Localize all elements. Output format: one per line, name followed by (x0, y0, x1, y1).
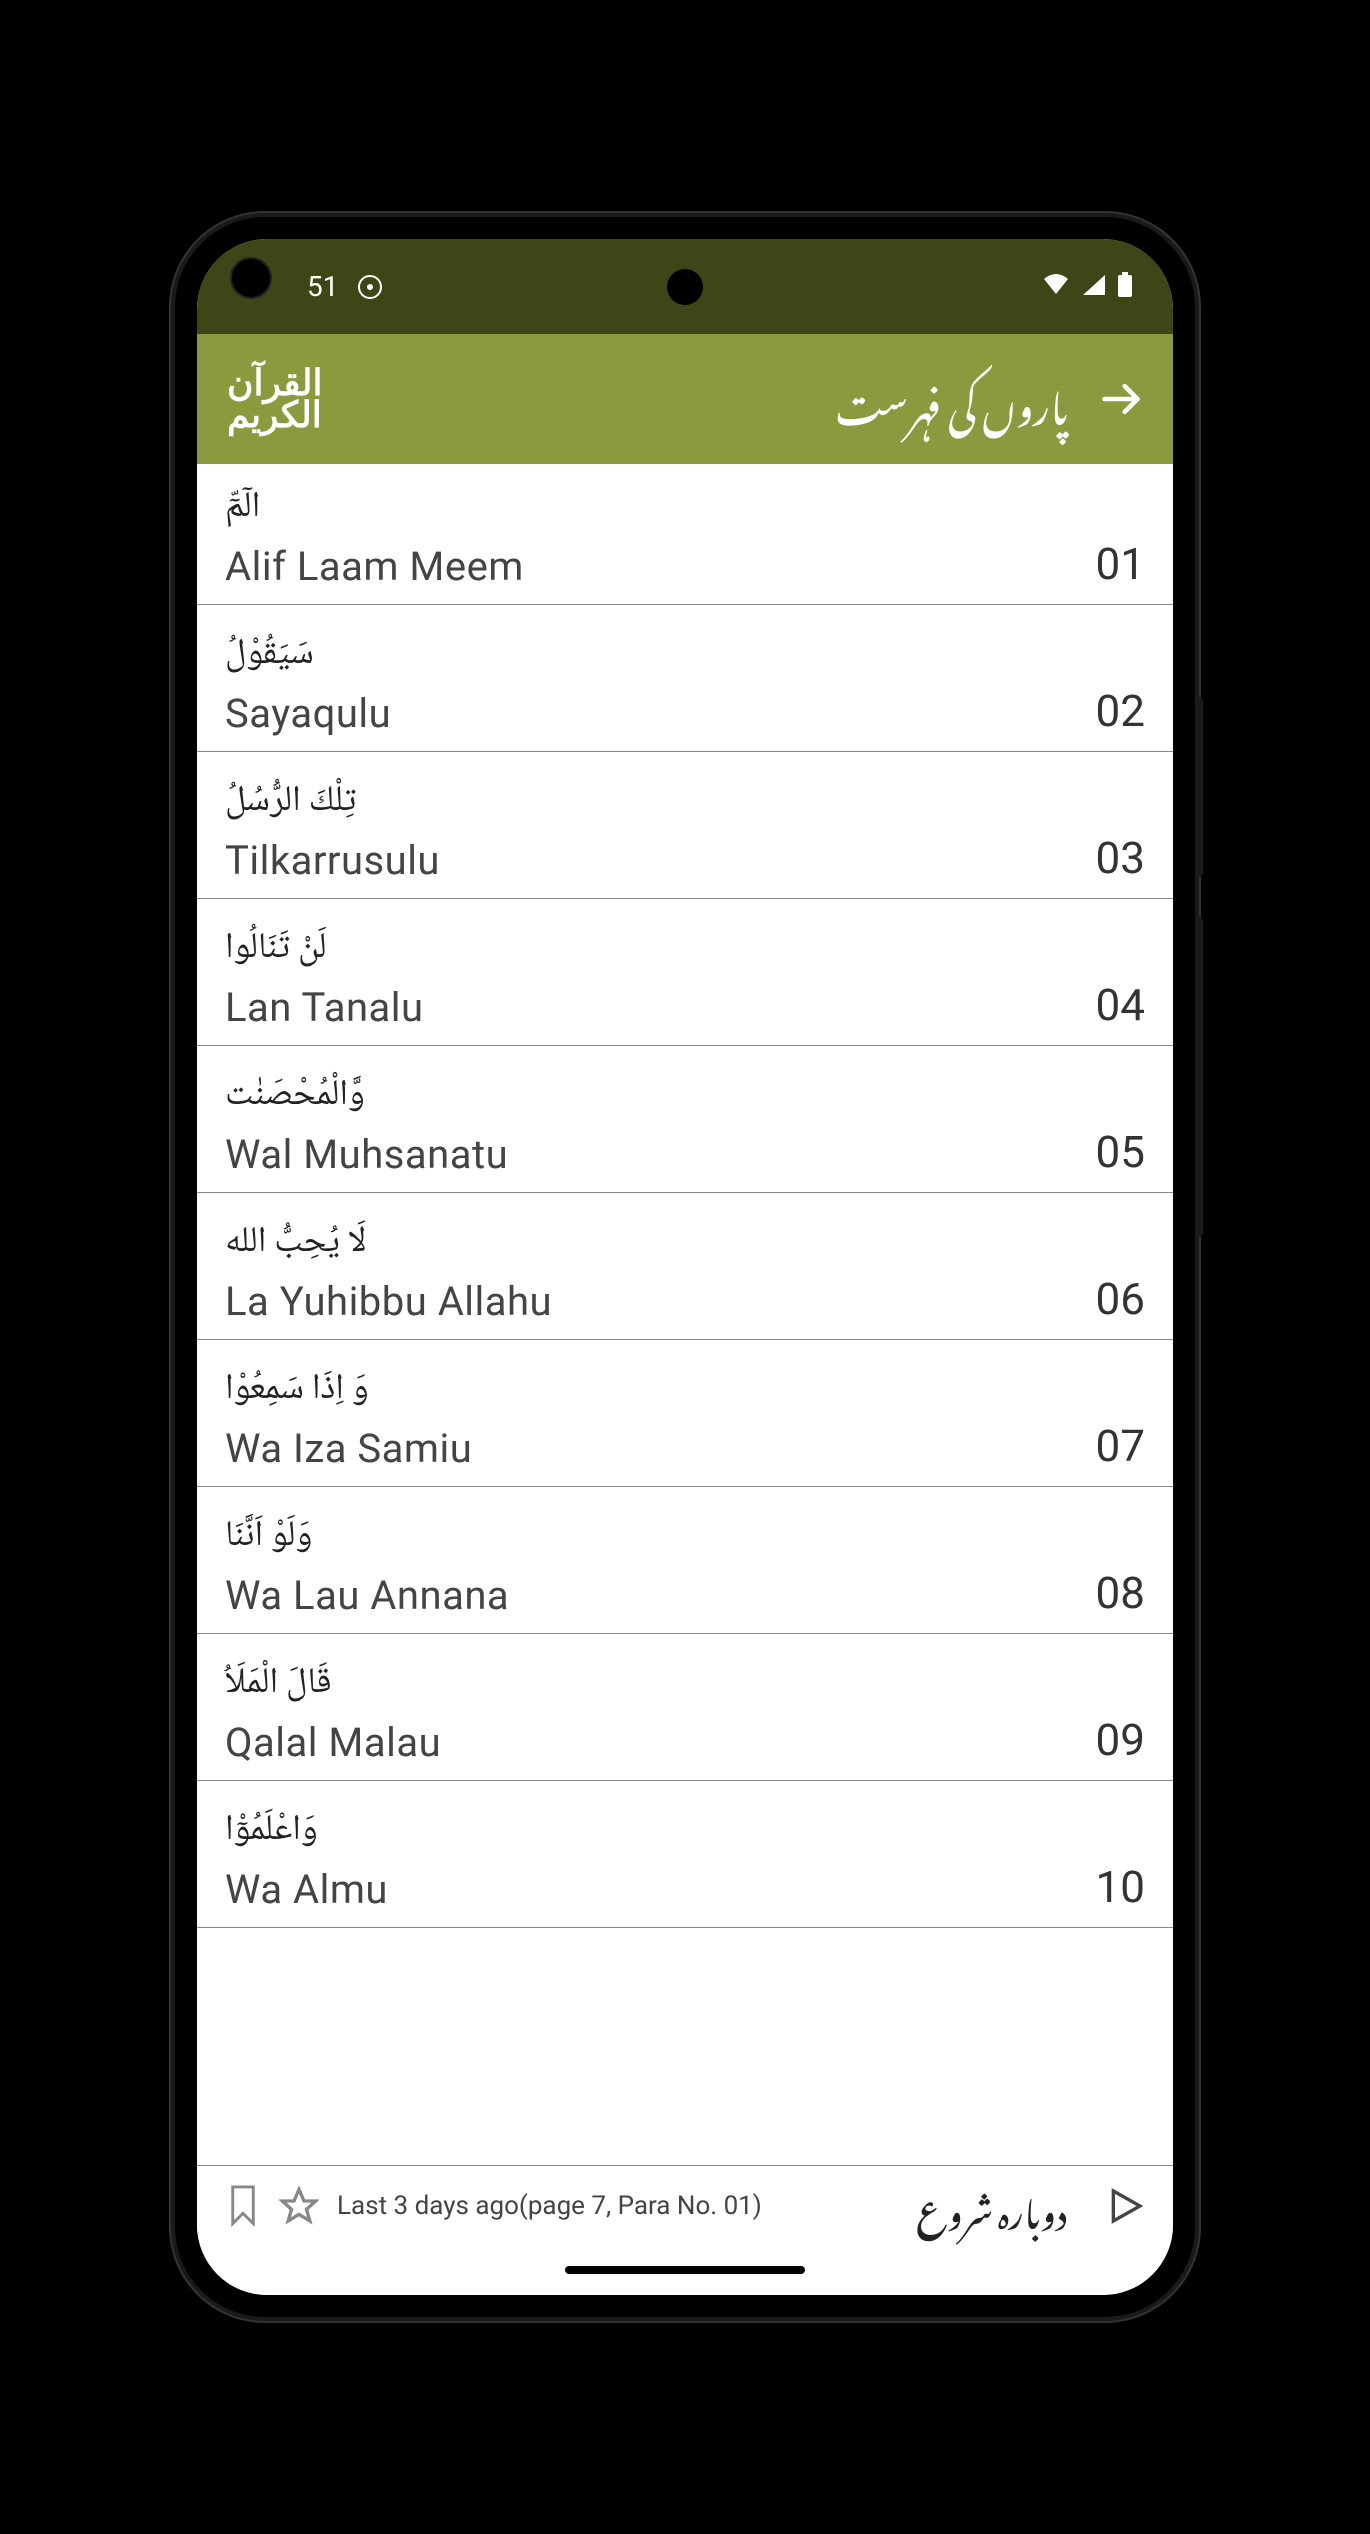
list-item-text: لَا يُحِبُّ اللهLa Yuhibbu Allahu (225, 1213, 552, 1325)
item-number: 03 (1096, 832, 1145, 884)
star-icon[interactable] (279, 2186, 319, 2226)
list-item[interactable]: تِلْكَ الرُّسُلُTilkarrusulu 03 (197, 752, 1173, 899)
list-item[interactable]: سَيَقُوْلُSayaqulu 02 (197, 605, 1173, 752)
list-item[interactable]: وَّالْمُحْصَنٰتWal Muhsanatu 05 (197, 1046, 1173, 1193)
phone-frame: 51 القرآن الكريم پاروں (175, 217, 1195, 2317)
nav-bar (197, 2245, 1173, 2295)
item-number: 01 (1096, 538, 1145, 590)
phone-side-button (1195, 697, 1203, 877)
latin-name: Wa Lau Annana (225, 1572, 509, 1619)
wifi-icon (1041, 273, 1071, 301)
arabic-name: لَا يُحِبُّ الله (225, 1213, 552, 1274)
camera-notch-icon (667, 269, 703, 305)
item-number: 05 (1096, 1126, 1145, 1178)
app-bar: القرآن الكريم پاروں کی فہرست (197, 334, 1173, 464)
list-item-text: تِلْكَ الرُّسُلُTilkarrusulu (225, 772, 440, 884)
item-number: 02 (1096, 685, 1145, 737)
latin-name: Sayaqulu (225, 690, 391, 737)
arabic-name: وَلَوْ اَنَّنَا (225, 1507, 509, 1568)
list-item-text: وَلَوْ اَنَّنَاWa Lau Annana (225, 1507, 509, 1619)
latin-name: La Yuhibbu Allahu (225, 1278, 552, 1325)
bottom-bar: Last 3 days ago(page 7, Para No. 01) دوب… (197, 2165, 1173, 2245)
item-number: 09 (1096, 1714, 1145, 1766)
logo-line: الكريم (227, 399, 322, 431)
list-item-text: الٓمّٓAlif Laam Meem (225, 478, 524, 590)
item-number: 07 (1096, 1420, 1145, 1472)
latin-name: Wa Iza Samiu (225, 1425, 472, 1472)
list-item[interactable]: قَالَ الْمَلَاُQalal Malau 09 (197, 1634, 1173, 1781)
status-right (1041, 272, 1133, 302)
page-title: پاروں کی فہرست (835, 349, 1069, 449)
list-item-text: لَنْ تَنَالُواLan Tanalu (225, 919, 424, 1031)
item-number: 04 (1096, 979, 1145, 1031)
list-item-text: وَّالْمُحْصَنٰتWal Muhsanatu (225, 1066, 508, 1178)
signal-icon (1081, 273, 1107, 301)
app-logo[interactable]: القرآن الكريم (227, 367, 322, 432)
play-icon[interactable] (1105, 2186, 1145, 2226)
list-item-text: وَاعْلَمُوْٓاWa Almu (225, 1801, 388, 1913)
latin-name: Alif Laam Meem (225, 543, 524, 590)
latin-name: Tilkarrusulu (225, 837, 440, 884)
arabic-name: وَّالْمُحْصَنٰت (225, 1066, 508, 1127)
latin-name: Qalal Malau (225, 1719, 441, 1766)
arabic-name: تِلْكَ الرُّسُلُ (225, 772, 440, 833)
list-item-text: سَيَقُوْلُSayaqulu (225, 625, 391, 737)
nav-handle[interactable] (565, 2266, 805, 2274)
screen: 51 القرآن الكريم پاروں (197, 239, 1173, 2295)
list-item-text: قَالَ الْمَلَاُQalal Malau (225, 1654, 441, 1766)
front-camera-icon (230, 257, 272, 299)
list-item[interactable]: وَلَوْ اَنَّنَاWa Lau Annana 08 (197, 1487, 1173, 1634)
list-item[interactable]: لَنْ تَنَالُواLan Tanalu 04 (197, 899, 1173, 1046)
item-number: 10 (1096, 1861, 1145, 1913)
last-read-text: Last 3 days ago(page 7, Para No. 01) (337, 2191, 762, 2221)
arabic-name: وَ اِذَا سَمِعُوْا (225, 1360, 472, 1421)
phone-side-button (1195, 917, 1203, 1237)
status-left: 51 (307, 270, 382, 303)
list-item[interactable]: لَا يُحِبُّ اللهLa Yuhibbu Allahu 06 (197, 1193, 1173, 1340)
list-item[interactable]: الٓمّٓAlif Laam Meem 01 (197, 464, 1173, 605)
arabic-name: لَنْ تَنَالُوا (225, 919, 424, 980)
bookmark-icon[interactable] (225, 2184, 261, 2228)
app-title-area: پاروں کی فہرست (835, 349, 1143, 449)
list-item[interactable]: وَ اِذَا سَمِعُوْاWa Iza Samiu 07 (197, 1340, 1173, 1487)
forward-arrow-icon[interactable] (1099, 377, 1143, 421)
latin-name: Wal Muhsanatu (225, 1131, 508, 1178)
latin-name: Wa Almu (225, 1866, 388, 1913)
item-number: 08 (1096, 1567, 1145, 1619)
status-time: 51 (307, 270, 338, 303)
clock-icon (358, 275, 382, 299)
list-item-text: وَ اِذَا سَمِعُوْاWa Iza Samiu (225, 1360, 472, 1472)
list-item[interactable]: وَاعْلَمُوْٓاWa Almu 10 (197, 1781, 1173, 1928)
item-number: 06 (1096, 1273, 1145, 1325)
arabic-name: الٓمّٓ (225, 478, 524, 539)
latin-name: Lan Tanalu (225, 984, 424, 1031)
arabic-name: وَاعْلَمُوْٓا (225, 1801, 388, 1862)
para-list[interactable]: الٓمّٓAlif Laam Meem 01 سَيَقُوْلُSayaqulu… (197, 464, 1173, 2165)
battery-icon (1117, 272, 1133, 302)
arabic-name: سَيَقُوْلُ (225, 625, 391, 686)
arabic-name: قَالَ الْمَلَاُ (225, 1654, 441, 1715)
resume-label: دوباره شروع (916, 2161, 1067, 2251)
